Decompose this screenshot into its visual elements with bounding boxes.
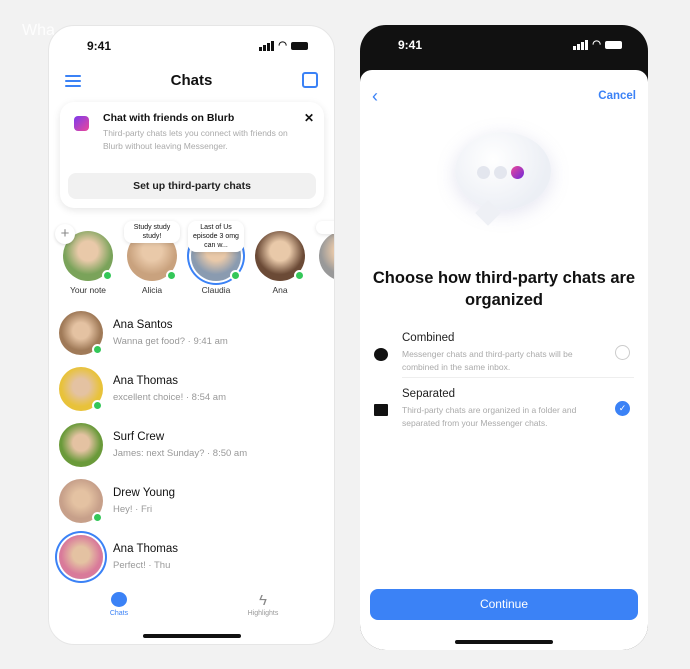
status-bar: 9:41 ◠ bbox=[49, 39, 334, 55]
tab-highlights[interactable]: ϟ Highlights bbox=[233, 592, 293, 617]
cancel-button[interactable]: Cancel bbox=[598, 90, 636, 102]
online-indicator bbox=[92, 512, 103, 523]
chat-preview: excellent choice! · 8:54 am bbox=[113, 392, 227, 403]
tab-chats[interactable]: Chats bbox=[89, 592, 149, 617]
story-item[interactable]: Ana bbox=[249, 221, 311, 295]
online-indicator bbox=[294, 270, 305, 281]
page-title: Chats bbox=[170, 72, 213, 89]
option-description: Third-party chats are organized in a fol… bbox=[402, 405, 577, 428]
story-note: Hang bbox=[316, 221, 334, 234]
signal-icon bbox=[573, 39, 589, 50]
avatar bbox=[59, 479, 103, 523]
battery-icon bbox=[605, 40, 622, 49]
chat-bubble-icon bbox=[111, 592, 127, 607]
home-indicator bbox=[455, 640, 553, 644]
story-name: Ana bbox=[272, 285, 288, 295]
option-combined[interactable]: Combined Messenger chats and third-party… bbox=[374, 332, 634, 382]
divider bbox=[402, 377, 634, 378]
status-time: 9:41 bbox=[398, 38, 423, 52]
chat-name: Drew Young bbox=[113, 487, 176, 499]
online-indicator bbox=[102, 270, 113, 281]
story-name: Br bbox=[313, 285, 334, 295]
story-item[interactable]: Last of Us episode 3 omg can w... Claudia bbox=[185, 221, 247, 295]
option-separated[interactable]: Separated Third-party chats are organize… bbox=[374, 388, 634, 438]
setup-third-party-button[interactable]: Set up third-party chats bbox=[68, 173, 316, 199]
online-indicator bbox=[92, 400, 103, 411]
story-item[interactable]: + Your note bbox=[55, 221, 119, 295]
chat-preview: Perfect! · Thu bbox=[113, 560, 171, 571]
add-note-icon[interactable]: + bbox=[55, 224, 75, 244]
heading: Choose how third-party chats are organiz… bbox=[372, 269, 636, 309]
chat-list-item[interactable]: Ana Thomas Perfect! · Thu bbox=[59, 535, 319, 583]
close-icon[interactable]: ✕ bbox=[304, 111, 314, 125]
chat-list-item[interactable]: Ana Santos Wanna get food? · 9:41 am bbox=[59, 311, 319, 359]
chat-list-item[interactable]: Ana Thomas excellent choice! · 8:54 am bbox=[59, 367, 319, 415]
story-name: Alicia bbox=[141, 285, 163, 295]
chat-name: Ana Thomas bbox=[113, 543, 178, 555]
option-title: Combined bbox=[402, 332, 455, 344]
chat-bubble-illustration bbox=[455, 132, 551, 226]
chat-name: Surf Crew bbox=[113, 431, 165, 443]
tab-bar: Chats ϟ Highlights bbox=[49, 584, 334, 644]
lightning-icon: ϟ bbox=[259, 592, 267, 609]
menu-icon[interactable] bbox=[65, 75, 81, 90]
online-indicator bbox=[92, 344, 103, 355]
wifi-icon: ◠ bbox=[592, 39, 601, 50]
radio-separated[interactable]: ✓ bbox=[615, 401, 630, 416]
sheet: ‹ Cancel Choose how third-party chats ar… bbox=[360, 70, 648, 650]
chat-name: Ana Santos bbox=[113, 319, 173, 331]
chat-preview: James: next Sunday? · 8:50 am bbox=[113, 448, 248, 459]
avatar bbox=[59, 311, 103, 355]
watermark: Wha bbox=[22, 22, 55, 39]
status-time: 9:41 bbox=[87, 39, 112, 53]
avatar bbox=[59, 423, 103, 467]
chat-preview: Hey! · Fri bbox=[113, 504, 153, 515]
online-indicator bbox=[166, 270, 177, 281]
third-party-promo-card: Chat with friends on Blurb Third-party c… bbox=[60, 102, 324, 208]
story-name: Your note bbox=[69, 285, 107, 295]
chat-bubble-icon bbox=[374, 348, 388, 361]
compose-icon[interactable] bbox=[302, 72, 318, 88]
chat-list-item[interactable]: Drew Young Hey! · Fri bbox=[59, 479, 319, 527]
radio-combined[interactable] bbox=[615, 345, 630, 360]
story-item[interactable]: Study study study! Alicia bbox=[121, 221, 183, 295]
chat-preview: Wanna get food? · 9:41 am bbox=[113, 336, 228, 347]
wifi-icon: ◠ bbox=[278, 40, 287, 51]
battery-icon bbox=[291, 41, 308, 50]
stories-row: + Your note Study study study! Alicia Last o… bbox=[55, 221, 334, 301]
chats-screen: 9:41 ◠ Chats Chat with friends on Blurb … bbox=[48, 25, 335, 645]
tab-label: Highlights bbox=[247, 610, 279, 617]
story-note: Study study study! bbox=[124, 221, 180, 243]
story-note: Last of Us episode 3 omg can w... bbox=[188, 221, 244, 252]
home-indicator bbox=[142, 634, 241, 638]
option-description: Messenger chats and third-party chats wi… bbox=[402, 349, 573, 372]
back-chevron-icon[interactable]: ‹ bbox=[372, 86, 378, 107]
status-bar: 9:41 ◠ bbox=[360, 38, 648, 54]
signal-icon bbox=[259, 40, 275, 51]
story-item[interactable]: Hang Br bbox=[313, 221, 334, 295]
continue-button[interactable]: Continue bbox=[370, 589, 638, 620]
option-title: Separated bbox=[402, 388, 456, 400]
promo-title: Chat with friends on Blurb bbox=[103, 112, 235, 124]
avatar bbox=[319, 231, 334, 281]
online-indicator bbox=[230, 270, 241, 281]
avatar bbox=[59, 535, 103, 579]
folder-icon bbox=[374, 404, 388, 416]
organize-screen: 9:41 ◠ ‹ Cancel Choose how third-party c… bbox=[360, 25, 648, 650]
chat-list-item[interactable]: Surf Crew James: next Sunday? · 8:50 am bbox=[59, 423, 319, 471]
promo-description: Third-party chats lets you connect with … bbox=[103, 128, 288, 151]
tab-label: Chats bbox=[109, 610, 129, 617]
blurb-logo-icon bbox=[74, 116, 89, 131]
avatar bbox=[255, 231, 305, 281]
story-name: Claudia bbox=[201, 285, 231, 295]
avatar bbox=[59, 367, 103, 411]
chat-name: Ana Thomas bbox=[113, 375, 178, 387]
